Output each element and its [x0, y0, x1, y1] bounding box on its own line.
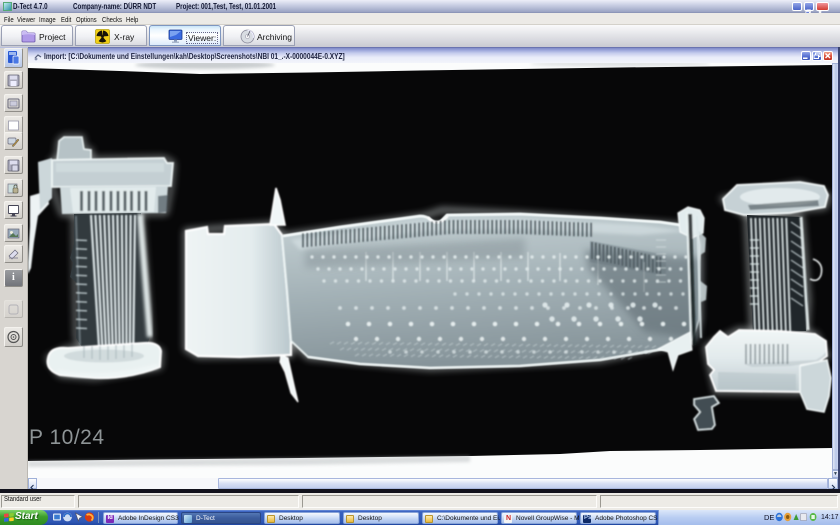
- svg-text:P 10/24: P 10/24: [29, 426, 105, 449]
